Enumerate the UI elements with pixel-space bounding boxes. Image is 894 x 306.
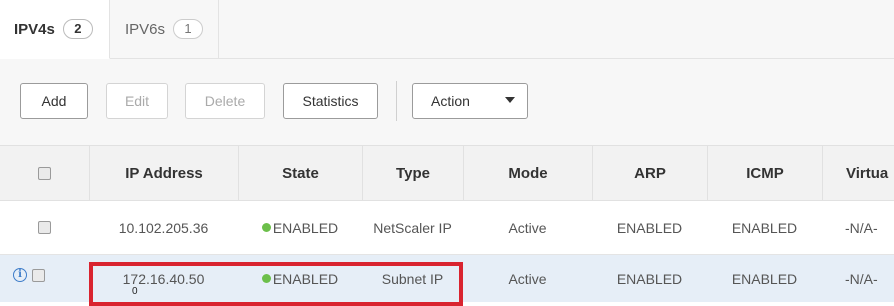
ip-address-cell: 172.16.40.50 (122, 270, 205, 287)
state-cell: ENABLED (238, 255, 362, 302)
select-all-checkbox[interactable] (38, 166, 51, 180)
table-row[interactable]: 10.102.205.36 ENABLED NetScaler IP Activ… (0, 201, 894, 255)
column-header-ip-address[interactable]: IP Address (89, 146, 238, 200)
arp-cell: ENABLED (616, 219, 683, 236)
action-dropdown[interactable]: Action (412, 83, 528, 119)
table-header: IP Address State Type Mode ARP ICMP Virt… (0, 145, 894, 201)
toolbar: Add Edit Delete Statistics Action (0, 59, 894, 145)
column-header-icmp[interactable]: ICMP (707, 146, 822, 200)
row-checkbox[interactable] (38, 221, 51, 234)
tab-ipv6s-label: IPV6s (125, 20, 166, 38)
ip-address-cell: 10.102.205.36 (118, 219, 209, 236)
column-header-arp[interactable]: ARP (592, 146, 707, 200)
tab-ipv4s-count-badge: 2 (62, 19, 93, 39)
type-cell: Subnet IP (381, 270, 444, 287)
row-select-cell (0, 201, 89, 254)
toolbar-divider (396, 81, 397, 121)
status-enabled-icon (261, 274, 271, 283)
column-header-virtual[interactable]: Virtua (822, 146, 894, 200)
tab-ipv6s-count-badge: 1 (173, 19, 204, 39)
state-label: ENABLED (272, 219, 339, 236)
column-header-type[interactable]: Type (362, 146, 463, 200)
icmp-cell: ENABLED (731, 270, 798, 287)
mode-cell: Active (508, 270, 547, 287)
caret-down-icon (505, 97, 515, 103)
tab-ipv4s[interactable]: IPV4s 2 (0, 0, 110, 59)
row-subtext: 0 (132, 286, 138, 297)
icmp-cell: ENABLED (731, 219, 798, 236)
arp-cell: ENABLED (616, 270, 683, 287)
row-checkbox[interactable] (32, 269, 45, 282)
select-all-cell (0, 146, 89, 200)
add-button[interactable]: Add (20, 83, 88, 119)
virtual-cell: -N/A- (845, 270, 878, 287)
tab-bar: IPV4s 2 IPV6s 1 (0, 0, 894, 59)
state-cell: ENABLED (238, 201, 362, 254)
action-dropdown-label: Action (431, 93, 470, 109)
info-circle-icon[interactable]: i (13, 268, 27, 282)
edit-button[interactable]: Edit (106, 83, 168, 119)
tab-ipv6s[interactable]: IPV6s 1 (111, 0, 219, 58)
state-label: ENABLED (272, 270, 339, 287)
column-header-mode[interactable]: Mode (463, 146, 592, 200)
status-enabled-icon (261, 223, 271, 232)
tab-ipv4s-label: IPV4s (14, 20, 55, 38)
statistics-button[interactable]: Statistics (283, 83, 378, 119)
mode-cell: Active (508, 219, 547, 236)
type-cell: NetScaler IP (373, 219, 452, 236)
column-header-state[interactable]: State (238, 146, 362, 200)
delete-button[interactable]: Delete (185, 83, 265, 119)
virtual-cell: -N/A- (845, 219, 878, 236)
